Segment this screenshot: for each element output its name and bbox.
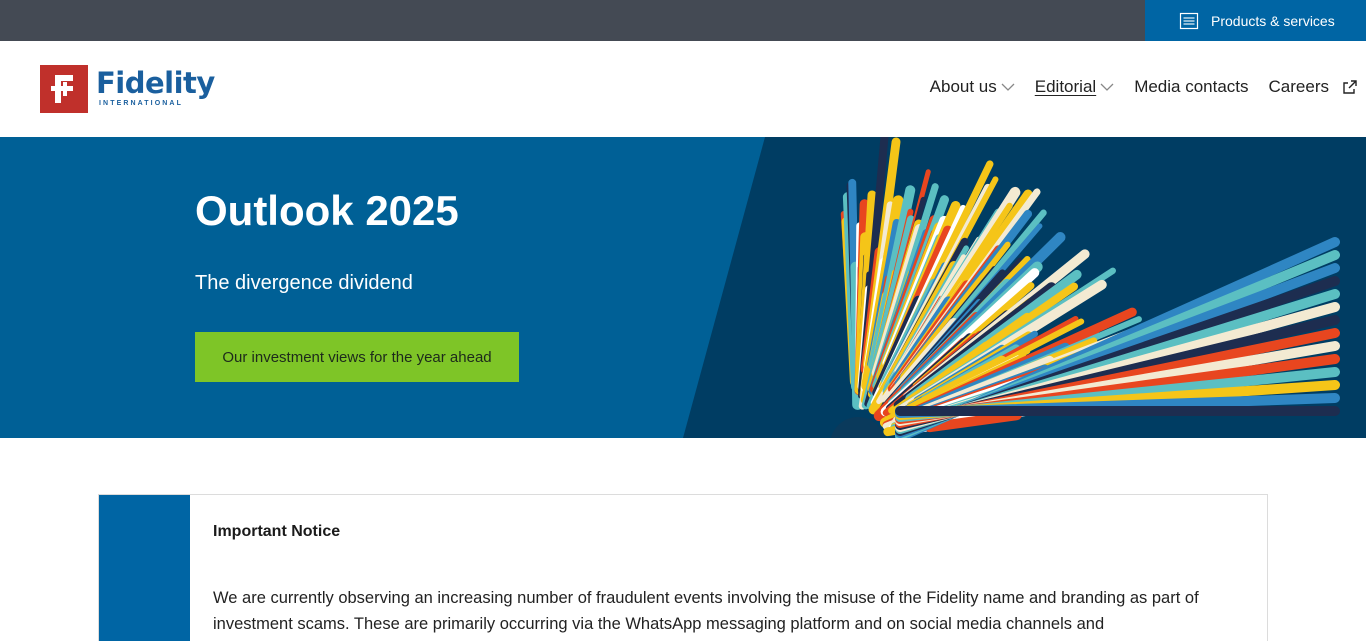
hero-subtitle: The divergence dividend: [195, 272, 413, 294]
important-notice: Important Notice We are currently observ…: [98, 494, 1268, 641]
external-link-icon: [1343, 80, 1357, 94]
nav-item-editorial[interactable]: Editorial: [1035, 77, 1114, 97]
nav-careers-label: Careers: [1268, 77, 1329, 96]
nav-editorial-label: Editorial: [1034, 77, 1097, 96]
logo-wordmark: Fidelity: [96, 66, 215, 100]
fidelity-f-icon: [51, 75, 73, 103]
notice-body: We are currently observing an increasing…: [213, 589, 1199, 633]
chevron-down-icon: [1100, 83, 1114, 91]
investment-views-button[interactable]: Our investment views for the year ahead: [195, 332, 519, 382]
notice-accent-bar: [99, 495, 190, 641]
nav-item-about-us[interactable]: About us: [930, 77, 1015, 97]
nav-about-us-label: About us: [929, 77, 997, 96]
logo-subtitle: INTERNATIONAL: [99, 100, 183, 107]
fidelity-logo-mark: [40, 65, 88, 113]
hero-title: Outlook 2025: [195, 187, 459, 234]
nav-media-contacts-label: Media contacts: [1134, 77, 1249, 96]
chevron-down-icon: [1001, 83, 1015, 91]
nav-item-media-contacts[interactable]: Media contacts: [1134, 77, 1248, 97]
utility-bar: Products & services: [0, 0, 1366, 41]
main-nav: About us Editorial Media contacts Career…: [910, 77, 1357, 97]
hero-banner: Outlook 2025 The divergence dividend Our…: [0, 137, 1366, 438]
products-services-button[interactable]: Products & services: [1145, 0, 1366, 41]
site-header: Fidelity INTERNATIONAL About us Editoria…: [0, 41, 1366, 137]
products-services-label: Products & services: [1211, 12, 1335, 29]
fidelity-logo[interactable]: Fidelity INTERNATIONAL: [40, 65, 215, 113]
document-list-icon: [1179, 12, 1199, 29]
nav-item-careers[interactable]: Careers: [1269, 77, 1357, 97]
notice-title: Important Notice: [213, 523, 341, 540]
